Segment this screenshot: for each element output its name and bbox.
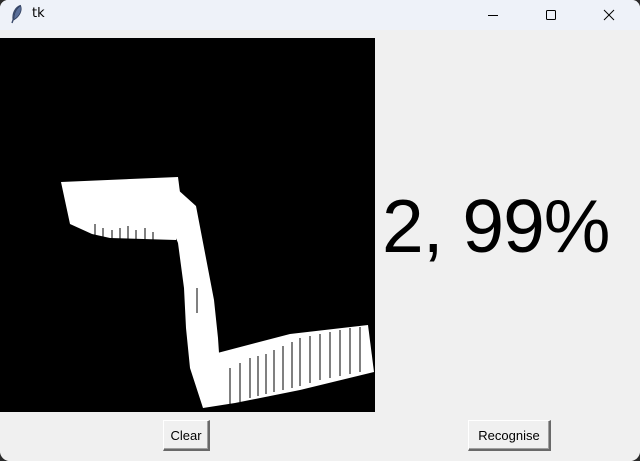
close-icon [603,9,615,21]
close-button[interactable] [586,0,632,30]
maximize-button[interactable] [528,0,574,30]
title-bar[interactable]: tk [0,0,640,30]
prediction-result: 2, 99% [382,184,610,268]
recognise-button[interactable]: Recognise [468,420,551,451]
window-title: tk [32,6,45,21]
app-window: tk 2, 99% Clear Recognise [0,0,640,461]
minimize-icon [488,15,498,16]
feather-icon [11,4,22,24]
main-content: 2, 99% Clear Recognise [0,38,640,461]
minimize-button[interactable] [470,0,516,30]
clear-button[interactable]: Clear [163,420,210,451]
drawing-canvas[interactable] [0,38,375,412]
maximize-icon [546,10,556,20]
